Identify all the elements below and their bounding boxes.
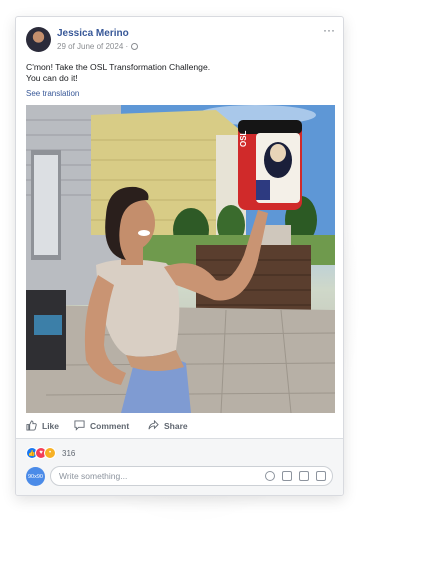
comment-composer: 90x90 Write something... <box>26 466 335 488</box>
see-translation-link[interactable]: See translation <box>26 89 79 98</box>
jar-label: OSL <box>239 130 248 147</box>
post-photo[interactable]: OSL <box>26 105 335 413</box>
photo-illustration: OSL <box>26 105 335 413</box>
reactions-summary[interactable]: 👍 ♥ • 316 <box>26 447 75 459</box>
post-date[interactable]: 29 of June of 2024 · <box>57 42 128 51</box>
facebook-post-card: Jessica Merino 29 of June of 2024 · ··· … <box>15 16 344 496</box>
comment-input[interactable]: Write something... <box>50 466 333 486</box>
comment-tools <box>265 471 326 481</box>
reaction-count: 316 <box>62 448 76 458</box>
like-label: Like <box>42 420 60 431</box>
post-header: Jessica Merino 29 of June of 2024 · ··· <box>16 17 343 57</box>
comment-button[interactable]: Comment <box>74 420 129 431</box>
post-text-line-2: You can do it! <box>26 73 78 83</box>
comment-label: Comment <box>90 420 130 431</box>
sticker-icon[interactable] <box>316 471 326 481</box>
share-label: Share <box>164 420 188 431</box>
thumbs-up-icon <box>26 420 37 431</box>
globe-icon <box>131 43 139 50</box>
post-text: C'mon! Take the OSL Transformation Chall… <box>26 62 210 84</box>
post-meta: 29 of June of 2024 · <box>57 42 139 51</box>
share-icon <box>148 420 159 430</box>
current-user-avatar: 90x90 <box>26 467 45 486</box>
comment-icon <box>74 420 85 431</box>
gif-icon[interactable] <box>299 471 309 481</box>
emoji-icon[interactable] <box>265 471 275 481</box>
post-footer: 👍 ♥ • 316 90x90 Write something... <box>16 439 343 495</box>
post-actions: Like Comment Share <box>26 420 335 436</box>
wow-reaction-icon: • <box>44 447 56 459</box>
like-button[interactable]: Like <box>26 420 59 431</box>
author-avatar[interactable] <box>26 27 51 52</box>
share-button[interactable]: Share <box>148 420 188 431</box>
author-name[interactable]: Jessica Merino <box>57 28 129 39</box>
post-text-line-1: C'mon! Take the OSL Transformation Chall… <box>26 62 211 72</box>
comment-placeholder: Write something... <box>59 471 128 481</box>
more-options-button[interactable]: ··· <box>323 23 335 37</box>
camera-icon[interactable] <box>282 471 292 481</box>
